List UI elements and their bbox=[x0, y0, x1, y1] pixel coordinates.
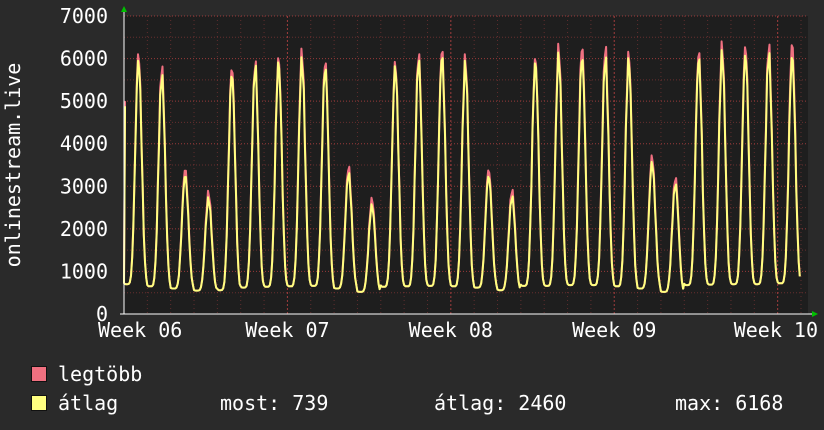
y-tick-label: 7000 bbox=[60, 4, 108, 28]
traffic-chart: 01000200030004000500060007000Week 06 Week… bbox=[1, 4, 818, 342]
y-tick-label: 2000 bbox=[60, 217, 108, 241]
x-tick-label: Week 08 bbox=[409, 318, 493, 342]
y-tick-label: 4000 bbox=[60, 132, 108, 156]
y-axis-arrow bbox=[121, 6, 127, 12]
y-axis-title: onlinestream.live bbox=[1, 63, 25, 268]
y-tick-label: 6000 bbox=[60, 47, 108, 71]
x-axis-arrow bbox=[812, 311, 818, 317]
x-tick-label: Week 09 bbox=[572, 318, 656, 342]
x-tick-label: Week 10 bbox=[734, 318, 818, 342]
y-tick-label: 5000 bbox=[60, 89, 108, 113]
x-tick-label: Week 07 bbox=[245, 318, 329, 342]
y-tick-label: 1000 bbox=[60, 259, 108, 283]
x-tick-label: Week 06 bbox=[98, 318, 182, 342]
y-tick-label: 3000 bbox=[60, 174, 108, 198]
